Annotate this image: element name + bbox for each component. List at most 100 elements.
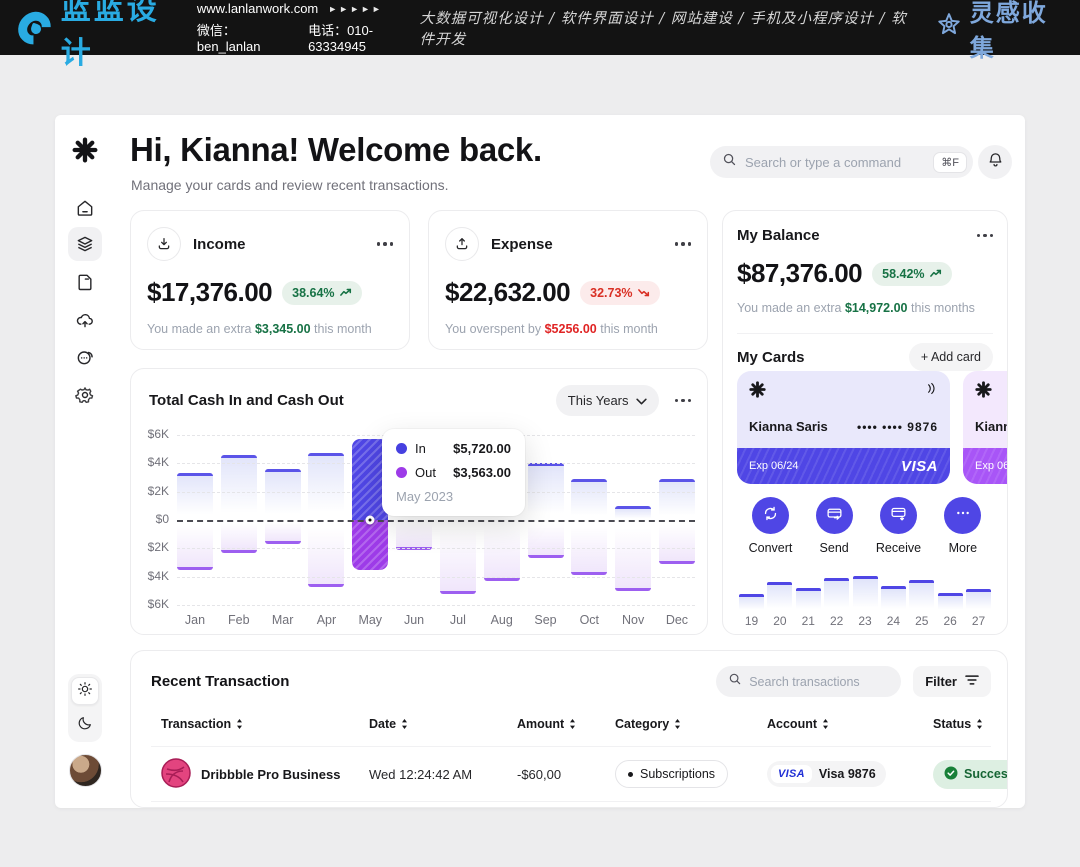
dark-mode-button[interactable] bbox=[71, 711, 99, 739]
tooltip-period: May 2023 bbox=[396, 489, 511, 504]
convert-button[interactable]: Convert bbox=[749, 497, 793, 555]
trend-up-icon bbox=[930, 267, 942, 281]
y-axis-label: $6K bbox=[139, 427, 169, 441]
moon-icon bbox=[77, 715, 93, 736]
gridline bbox=[177, 605, 695, 606]
lanlan-logo[interactable]: 蓝蓝设计 bbox=[18, 0, 181, 72]
banner-services: 大数据可视化设计 / 软件界面设计 / 网站建设 / 手机及小程序设计 / 软件… bbox=[420, 7, 908, 49]
column-date[interactable]: Date bbox=[369, 717, 517, 731]
month-label: Apr bbox=[308, 613, 344, 627]
banner-contact: www.lanlanwork.com ►►►►► 微信：ben_lanlan 电… bbox=[197, 1, 420, 54]
y-axis-label: $4K bbox=[139, 455, 169, 469]
cash-chart-plot: In$5,720.00 Out$3,563.00 May 2023 $6K$4K… bbox=[177, 435, 695, 605]
income-card: Income $17,376.00 38.64% You made an ext… bbox=[130, 210, 410, 350]
mini-bar bbox=[824, 578, 849, 611]
status-badge: Success bbox=[933, 760, 1008, 789]
sidebar-item-settings[interactable] bbox=[68, 378, 102, 412]
category-pill[interactable]: Subscriptions bbox=[615, 760, 728, 788]
receive-button[interactable]: Receive bbox=[876, 497, 921, 555]
ellipsis-icon bbox=[955, 505, 971, 526]
income-note: You made an extra $3,345.00 this month bbox=[147, 322, 393, 336]
add-card-button[interactable]: + Add card bbox=[909, 343, 993, 371]
sidebar-item-files[interactable] bbox=[68, 265, 102, 299]
balance-amount: $87,376.00 bbox=[737, 258, 862, 289]
month-label: May bbox=[352, 613, 388, 627]
balance-label: My Balance bbox=[737, 227, 820, 244]
app-logo-icon[interactable] bbox=[68, 133, 102, 167]
range-select[interactable]: This Years bbox=[556, 385, 659, 416]
balance-menu-button[interactable] bbox=[977, 234, 994, 238]
cash-chart-title: Total Cash In and Cash Out bbox=[149, 392, 344, 409]
send-button[interactable]: Send bbox=[816, 497, 853, 555]
mini-bar-label: 27 bbox=[966, 614, 991, 628]
contactless-icon bbox=[923, 381, 938, 401]
month-label: Feb bbox=[221, 613, 257, 627]
month-label: Dec bbox=[659, 613, 695, 627]
search-icon bbox=[728, 672, 742, 691]
sidebar-item-chat[interactable] bbox=[68, 340, 102, 374]
sidebar-item-home[interactable] bbox=[68, 191, 102, 225]
cash-chart-menu-button[interactable] bbox=[675, 399, 692, 403]
income-menu-button[interactable] bbox=[377, 242, 394, 246]
account-pill[interactable]: VISAVisa 9876 bbox=[767, 761, 886, 787]
card-holder-name: Kianna bbox=[975, 419, 1008, 434]
balance-badge: 58.42% bbox=[872, 262, 951, 286]
sidebar-item-layers[interactable] bbox=[68, 227, 102, 261]
sun-icon bbox=[77, 681, 93, 702]
gridline bbox=[177, 548, 695, 549]
card-holder-name: Kianna Saris bbox=[749, 419, 828, 434]
expense-badge: 32.73% bbox=[580, 281, 659, 305]
chart-marker-dot bbox=[366, 516, 375, 525]
transactions-title: Recent Transaction bbox=[151, 673, 289, 690]
banner-wechat: 微信：ben_lanlan bbox=[197, 20, 290, 54]
more-button[interactable]: More bbox=[944, 497, 981, 555]
credit-card-secondary[interactable]: Kianna Exp 06/2 bbox=[963, 371, 1008, 484]
column-status[interactable]: Status bbox=[933, 717, 991, 731]
column-account[interactable]: Account bbox=[767, 717, 933, 731]
transactions-header-row: Transaction Date Amount Category Account… bbox=[161, 717, 991, 731]
month-label: Jun bbox=[396, 613, 432, 627]
month-label: Nov bbox=[615, 613, 651, 627]
expense-icon bbox=[445, 227, 479, 261]
column-category[interactable]: Category bbox=[615, 717, 767, 731]
global-search[interactable]: ⌘F bbox=[710, 146, 973, 178]
transaction-row[interactable]: Dribbble Pro Business Wed 12:24:42 AM -$… bbox=[161, 747, 991, 801]
search-icon bbox=[722, 152, 737, 172]
expense-menu-button[interactable] bbox=[675, 242, 692, 246]
arrows-decoration: ►►►►► bbox=[328, 4, 383, 14]
notifications-button[interactable] bbox=[978, 145, 1012, 179]
income-icon bbox=[147, 227, 181, 261]
card-expiry: Exp 06/24 bbox=[749, 460, 799, 472]
transaction-amount: -$60,00 bbox=[517, 767, 615, 782]
visa-logo: VISA bbox=[771, 765, 812, 783]
filter-icon bbox=[965, 674, 979, 689]
transactions-search-input[interactable] bbox=[749, 675, 889, 689]
mini-bar-chart bbox=[739, 565, 991, 611]
search-shortcut-badge: ⌘F bbox=[933, 152, 967, 173]
dribbble-icon bbox=[161, 758, 191, 791]
search-input[interactable] bbox=[745, 155, 925, 170]
receive-card-icon bbox=[890, 505, 907, 527]
inspiration-collect[interactable]: 灵感收集 bbox=[936, 0, 1062, 63]
user-avatar[interactable] bbox=[69, 754, 102, 787]
column-transaction[interactable]: Transaction bbox=[161, 717, 369, 731]
page: 蓝蓝设计 www.lanlanwork.com ►►►►► 微信：ben_lan… bbox=[0, 0, 1080, 867]
filter-button[interactable]: Filter bbox=[913, 666, 991, 697]
credit-card-primary[interactable]: Kianna Saris •••• •••• 9876 Exp 06/24 VI… bbox=[737, 371, 950, 484]
chart-tooltip: In$5,720.00 Out$3,563.00 May 2023 bbox=[382, 429, 525, 516]
check-circle-icon bbox=[944, 766, 958, 783]
cash-chart-months: JanFebMarAprMayJunJulAugSepOctNovDec bbox=[177, 613, 695, 627]
light-mode-button[interactable] bbox=[71, 677, 99, 705]
page-title: Hi, Kianna! Welcome back. bbox=[130, 131, 542, 169]
month-label: Jan bbox=[177, 613, 213, 627]
banner-phone: 电话：010-63334945 bbox=[308, 20, 420, 54]
mini-bar bbox=[881, 586, 906, 611]
transactions-search[interactable] bbox=[716, 666, 901, 697]
sidebar-item-cloud-upload[interactable] bbox=[68, 303, 102, 337]
banner-site-url[interactable]: www.lanlanwork.com bbox=[197, 1, 318, 16]
y-axis-label: $0 bbox=[139, 512, 169, 526]
month-label: Oct bbox=[571, 613, 607, 627]
out-legend-dot bbox=[396, 467, 407, 478]
column-amount[interactable]: Amount bbox=[517, 717, 615, 731]
balance-note: You made an extra $14,972.00 this months bbox=[737, 301, 993, 315]
